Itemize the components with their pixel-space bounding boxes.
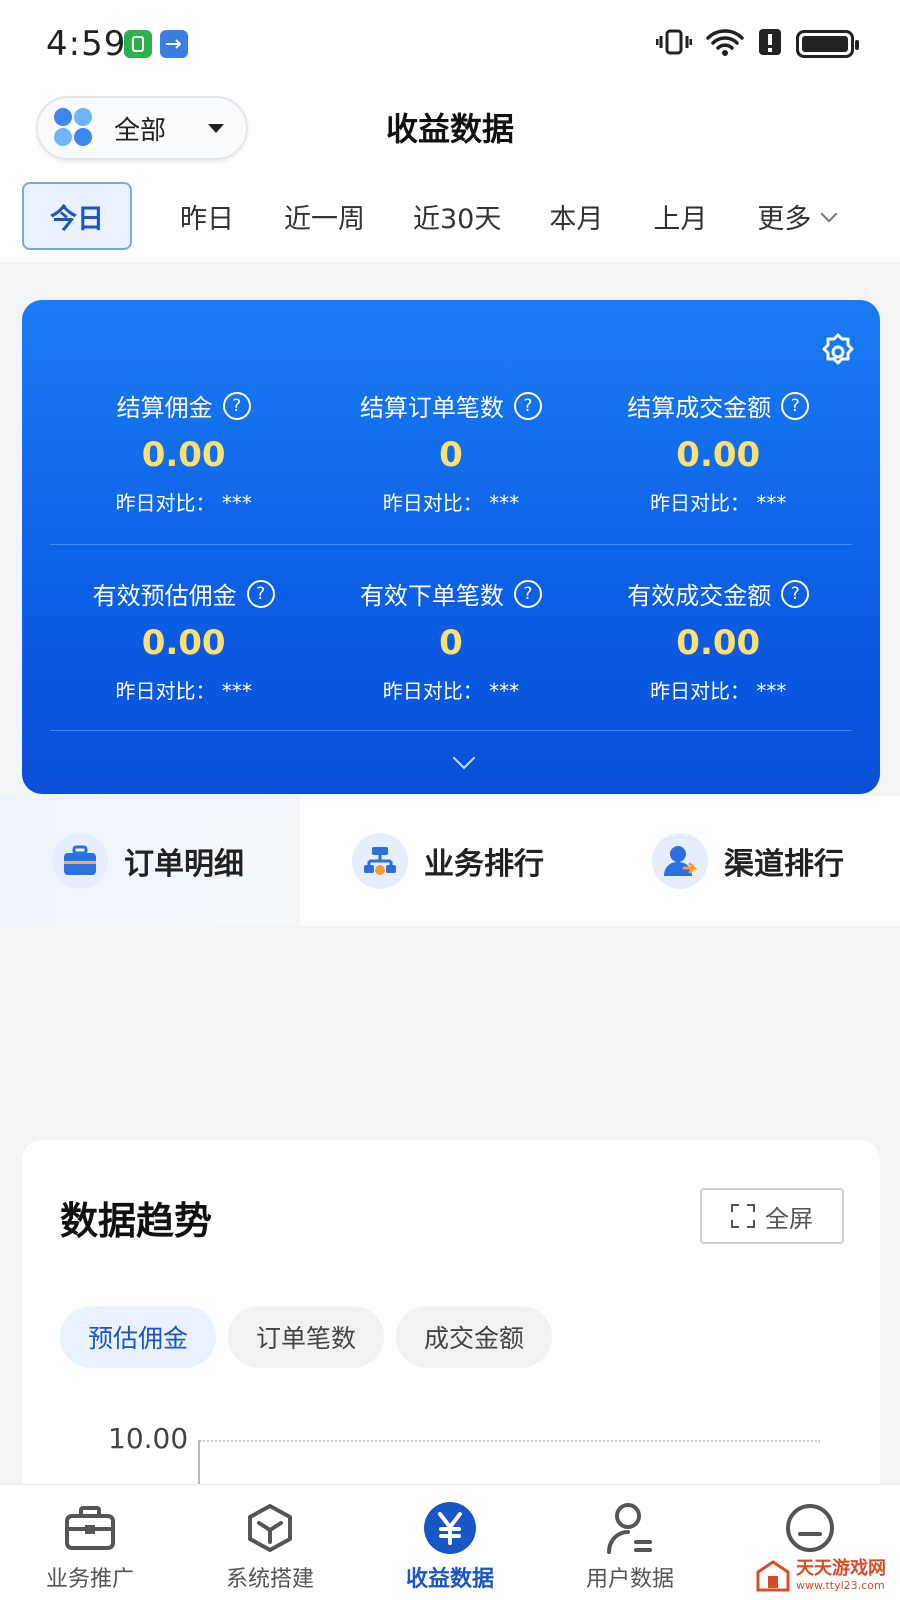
scope-label: 全部: [114, 115, 167, 146]
stats-summary-card: 结算佣金? 0.00 昨日对比： *** 结算订单笔数? 0 昨日对比： ***…: [22, 300, 880, 794]
site-watermark: 天天游戏网 www.ttyl23.com: [756, 1559, 886, 1592]
usb-icon: [160, 30, 188, 58]
tab-more-label: 更多: [757, 203, 812, 235]
stat-label: 有效成交金额: [627, 582, 772, 610]
fullscreen-button[interactable]: 全屏: [700, 1188, 844, 1244]
watermark-title: 天天游戏网: [796, 1558, 886, 1580]
stat-value: 0.00: [676, 435, 761, 475]
data-trend-card: 数据趋势 全屏 预估佣金 订单笔数 成交金额 10.00: [22, 1140, 880, 1520]
user-share-icon: [652, 833, 708, 889]
stat-valid-amount: 有效成交金额? 0.00 昨日对比： ***: [585, 576, 852, 704]
tab-more[interactable]: 更多: [757, 182, 838, 250]
stat-label: 结算佣金: [116, 394, 213, 422]
stat-value: 0.00: [676, 623, 761, 663]
help-icon[interactable]: ?: [781, 391, 810, 420]
stat-label: 有效下单笔数: [359, 582, 504, 610]
fullscreen-icon: [731, 1204, 755, 1228]
watermark-url: www.ttyl23.com: [796, 1579, 885, 1592]
stat-settled-amount: 结算成交金额? 0.00 昨日对比： ***: [585, 388, 852, 516]
stat-compare: 昨日对比： ***: [382, 679, 520, 703]
fullscreen-label: 全屏: [765, 1204, 813, 1233]
stats-row-settled: 结算佣金? 0.00 昨日对比： *** 结算订单笔数? 0 昨日对比： ***…: [50, 388, 852, 516]
yen-icon: [423, 1501, 477, 1555]
stat-compare: 昨日对比： ***: [382, 491, 520, 515]
nav-label: 业务推广: [45, 1567, 134, 1592]
stat-value: 0: [439, 435, 463, 475]
y-axis-tick-label: 10.00: [108, 1422, 189, 1455]
chevron-down-icon: [820, 205, 838, 223]
divider: [50, 730, 852, 731]
alert-icon: [758, 28, 782, 60]
help-icon[interactable]: ?: [513, 391, 542, 420]
quick-nav-label: 业务排行: [424, 847, 544, 882]
nav-business-promotion[interactable]: 业务推广: [0, 1485, 180, 1600]
stat-label: 结算成交金额: [627, 394, 772, 422]
stat-label: 结算订单笔数: [359, 394, 504, 422]
stat-compare: 昨日对比： ***: [115, 491, 252, 515]
date-range-tabs: 今日 昨日 近一周 近30天 本月 上月 更多: [0, 170, 900, 262]
quick-nav: 订单明细 业务排行 渠道排行: [0, 796, 900, 926]
metric-tab-est-commission[interactable]: 预估佣金: [60, 1306, 217, 1368]
app-notification-icon: [124, 30, 152, 58]
header: 全部 收益数据: [0, 90, 900, 170]
status-bar: 4:59: [0, 0, 900, 90]
stat-settled-commission: 结算佣金? 0.00 昨日对比： ***: [50, 388, 317, 516]
clover-logo-icon: [54, 108, 94, 148]
stat-valid-est-commission: 有效预估佣金? 0.00 昨日对比： ***: [50, 576, 317, 704]
stat-compare: 昨日对比： ***: [115, 679, 252, 703]
stat-compare: 昨日对比： ***: [650, 679, 787, 703]
stat-compare: 昨日对比： ***: [650, 491, 787, 515]
nav-earnings-data[interactable]: 收益数据: [360, 1485, 540, 1600]
stat-value: 0.00: [141, 623, 226, 663]
face-icon: [783, 1501, 837, 1555]
metric-tabs: 预估佣金 订单笔数 成交金额: [60, 1306, 553, 1368]
tab-last-week[interactable]: 近一周: [284, 182, 365, 250]
tab-yesterday[interactable]: 昨日: [180, 182, 234, 250]
divider: [50, 544, 852, 545]
tab-this-month[interactable]: 本月: [549, 182, 603, 250]
wifi-icon: [706, 28, 744, 60]
scope-dropdown[interactable]: 全部: [36, 96, 248, 160]
trend-title: 数据趋势: [60, 1199, 213, 1243]
nav-user-data[interactable]: 用户数据: [540, 1485, 720, 1600]
quick-nav-channel-ranking[interactable]: 渠道排行: [600, 796, 900, 926]
status-time: 4:59: [46, 24, 127, 64]
stat-value: 0: [439, 623, 463, 663]
tab-last-30-days[interactable]: 近30天: [413, 182, 501, 250]
vibrate-icon: [655, 28, 693, 60]
quick-nav-label: 订单明细: [124, 847, 244, 882]
help-icon[interactable]: ?: [246, 579, 275, 608]
stat-value: 0.00: [141, 435, 226, 475]
toolbox-icon: [63, 1501, 117, 1555]
nav-label: 系统搭建: [225, 1567, 314, 1592]
stat-settled-orders: 结算订单笔数? 0 昨日对比： ***: [317, 388, 584, 516]
grid-line: [200, 1440, 820, 1442]
expand-chevron-down-icon[interactable]: [452, 746, 476, 770]
help-icon[interactable]: ?: [222, 391, 251, 420]
hierarchy-icon: [352, 833, 408, 889]
stat-valid-orders: 有效下单笔数? 0 昨日对比： ***: [317, 576, 584, 704]
user-icon: [603, 1501, 657, 1555]
metric-tab-deal-amount[interactable]: 成交金额: [396, 1306, 553, 1368]
nav-system-build[interactable]: 系统搭建: [180, 1485, 360, 1600]
watermark-logo-icon: [756, 1559, 790, 1592]
nav-label: 收益数据: [405, 1567, 494, 1592]
quick-nav-order-details[interactable]: 订单明细: [0, 796, 300, 926]
quick-nav-business-ranking[interactable]: 业务排行: [300, 796, 600, 926]
help-icon[interactable]: ?: [513, 579, 542, 608]
quick-nav-label: 渠道排行: [724, 847, 844, 882]
metric-tab-order-count[interactable]: 订单笔数: [228, 1306, 385, 1368]
caret-down-icon: [208, 124, 224, 133]
tab-last-month[interactable]: 上月: [653, 182, 707, 250]
help-icon[interactable]: ?: [781, 579, 810, 608]
stats-row-valid: 有效预估佣金? 0.00 昨日对比： *** 有效下单笔数? 0 昨日对比： *…: [50, 576, 852, 704]
tab-today[interactable]: 今日: [22, 182, 132, 250]
stat-label: 有效预估佣金: [92, 582, 237, 610]
briefcase-icon: [52, 833, 108, 889]
cube-icon: [243, 1501, 297, 1555]
battery-icon: [796, 30, 859, 58]
nav-label: 用户数据: [585, 1567, 674, 1592]
gear-icon[interactable]: [818, 332, 858, 372]
